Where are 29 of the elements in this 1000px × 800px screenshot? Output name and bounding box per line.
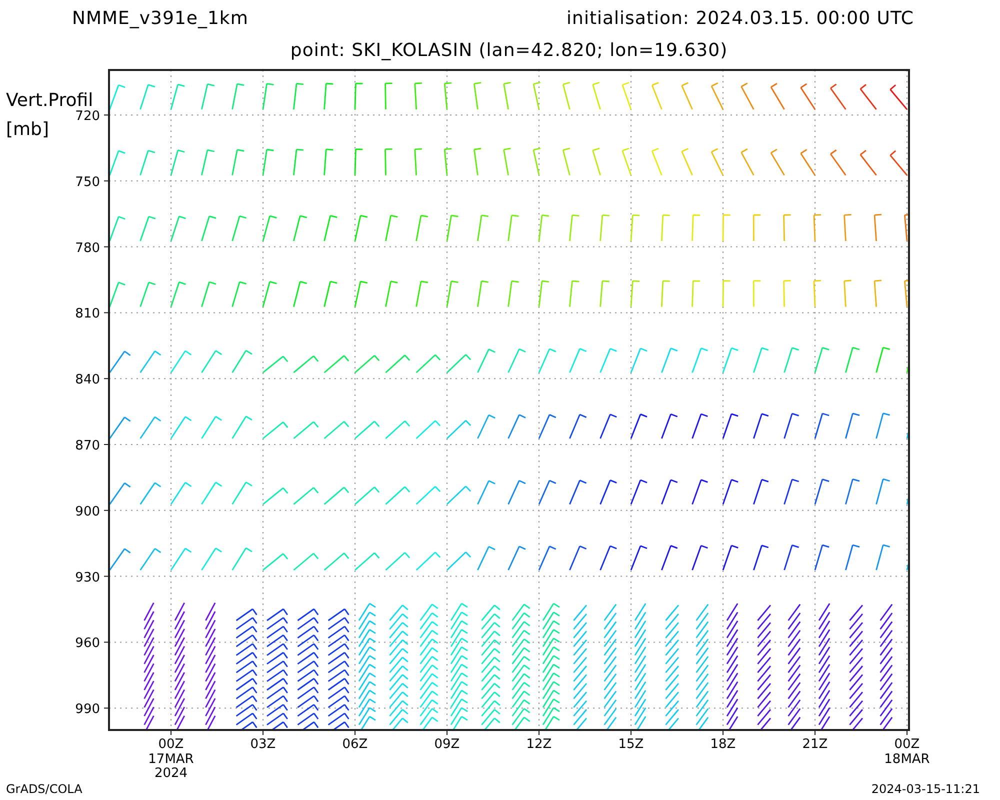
x-tick-date: 17MAR (148, 752, 194, 767)
y-tick-label: 870 (75, 438, 100, 454)
x-tick-label: 21Z (802, 737, 828, 752)
y-tick-label: 780 (75, 240, 100, 256)
y-axis-label: Vert.Profil (6, 90, 94, 111)
x-tick-label: 18Z (710, 737, 736, 752)
x-tick-label: 09Z (434, 737, 460, 752)
x-tick-label: 12Z (526, 737, 552, 752)
model-title: NMME_v391e_1km (72, 8, 248, 31)
x-tick-date: 18MAR (884, 752, 930, 767)
y-tick-label: 960 (75, 636, 100, 652)
x-tick-label: 00Z (894, 737, 920, 752)
footer-timestamp: 2024-03-15-11:21 (871, 782, 980, 796)
y-tick-label: 750 (75, 174, 100, 190)
footer-credit: GrADS/COLA (6, 782, 82, 796)
y-tick-label: 900 (75, 504, 100, 520)
x-tick-label: 06Z (342, 737, 368, 752)
initialisation-time: initialisation: 2024.03.15. 00:00 UTC (566, 8, 914, 31)
x-tick-label: 00Z (158, 737, 184, 752)
y-tick-label: 720 (75, 109, 100, 124)
x-tick-date: 2024 (154, 766, 188, 781)
x-tick-label: 15Z (618, 737, 644, 752)
y-tick-label: 810 (75, 306, 100, 322)
y-tick-label: 930 (75, 570, 100, 586)
point-subtitle: point: SKI_KOLASIN (lan=42.820; lon=19.630) (290, 40, 728, 63)
y-axis-label: [mb] (6, 119, 50, 140)
y-tick-label: 840 (75, 372, 100, 388)
x-tick-label: 03Z (250, 737, 276, 752)
y-tick-label: 990 (75, 702, 100, 718)
